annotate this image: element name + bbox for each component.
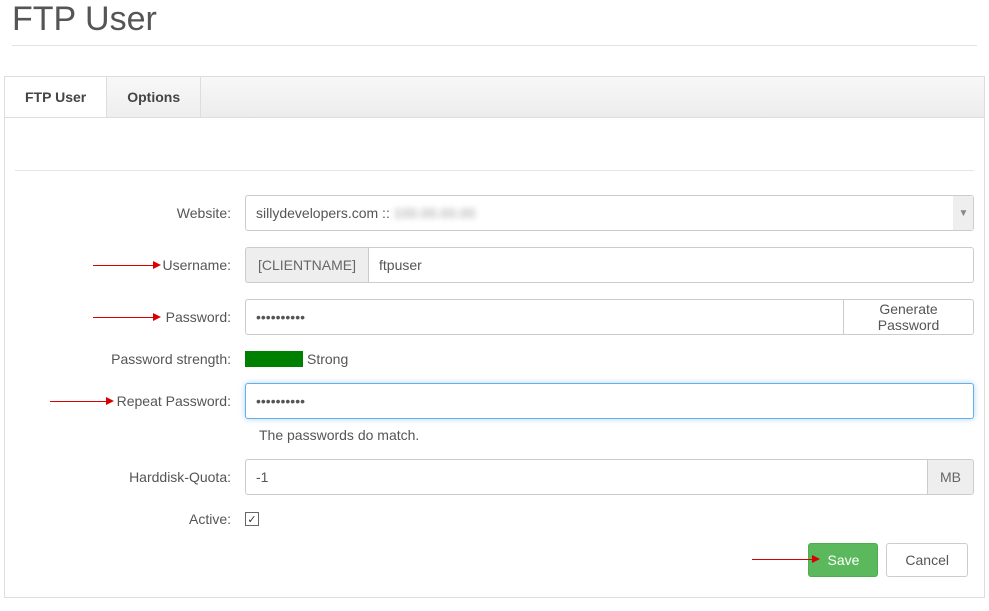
password-strength-bar <box>245 351 303 367</box>
save-button[interactable]: Save <box>808 543 878 577</box>
cancel-button[interactable]: Cancel <box>886 543 968 577</box>
active-checkbox[interactable]: ✓ <box>245 512 259 526</box>
website-select[interactable]: sillydevelopers.com :: 100.00.00.00 ▼ <box>245 195 974 231</box>
username-label: Username: <box>15 257 245 273</box>
page-title: FTP User <box>12 0 977 46</box>
chevron-down-icon: ▼ <box>953 196 973 230</box>
generate-password-button[interactable]: Generate Password <box>844 299 974 335</box>
repeat-password-label: Repeat Password: <box>15 393 245 409</box>
harddisk-quota-input[interactable] <box>245 459 928 495</box>
website-blurred: 100.00.00.00 <box>394 205 476 221</box>
password-input[interactable] <box>245 299 844 335</box>
repeat-password-input[interactable] <box>245 383 974 419</box>
tab-ftp-user[interactable]: FTP User <box>5 77 107 118</box>
username-prefix: [CLIENTNAME] <box>245 247 368 283</box>
harddisk-quota-label: Harddisk-Quota: <box>15 469 245 485</box>
password-label: Password: <box>15 309 245 325</box>
password-strength-label: Password strength: <box>15 351 245 367</box>
form-panel: Website: sillydevelopers.com :: 100.00.0… <box>4 117 985 598</box>
harddisk-quota-unit: MB <box>928 459 974 495</box>
password-strength-text: Strong <box>307 351 348 367</box>
website-value: sillydevelopers.com :: <box>256 205 390 221</box>
username-input[interactable] <box>368 247 974 283</box>
active-label: Active: <box>15 511 245 527</box>
tabs-bar: FTP User Options <box>4 76 985 117</box>
tab-options[interactable]: Options <box>107 77 201 117</box>
password-match-text: The passwords do match. <box>259 427 974 443</box>
website-label: Website: <box>15 205 245 221</box>
